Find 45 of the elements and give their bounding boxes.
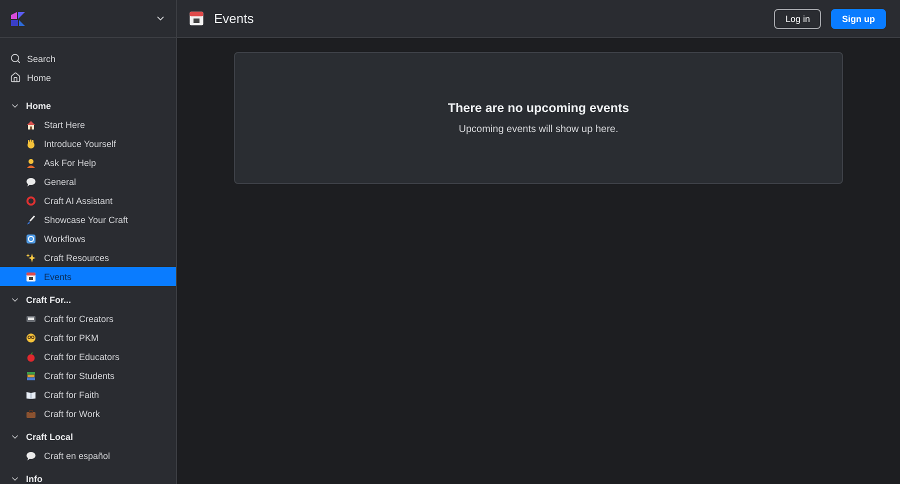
sign-up-button[interactable]: Sign up — [831, 8, 886, 28]
page-title: Events — [214, 11, 255, 26]
calendar-icon — [189, 11, 204, 26]
channel-item[interactable]: Craft Resources — [0, 248, 176, 267]
books-icon — [26, 370, 36, 380]
paintbrush-icon — [26, 214, 36, 224]
channel-item[interactable]: Start Here — [0, 115, 176, 134]
open-book-icon — [26, 390, 36, 400]
sidebar-link[interactable]: Home — [0, 68, 176, 87]
search-icon — [10, 53, 21, 64]
channel-item[interactable]: Craft en español — [0, 446, 176, 465]
nerd-face-icon — [26, 332, 36, 342]
ring-icon — [26, 196, 36, 206]
speech-bubble-icon — [26, 450, 36, 460]
channel-item[interactable]: Introduce Yourself — [0, 134, 176, 153]
apple-icon — [26, 352, 36, 362]
sparkles-icon — [26, 252, 36, 262]
section-title[interactable]: Home — [26, 100, 52, 110]
speech-bubble-icon — [26, 176, 36, 186]
channel-item[interactable]: Craft for PKM — [0, 328, 176, 347]
channel-item[interactable]: Craft for Work — [0, 404, 176, 423]
sidebar-link[interactable]: Search — [0, 49, 176, 68]
waving-hand-icon — [26, 138, 36, 148]
channel-item[interactable]: Craft for Faith — [0, 385, 176, 404]
logo-icon[interactable] — [10, 10, 26, 26]
channel-item[interactable]: Craft for Creators — [0, 309, 176, 328]
channel-item[interactable]: General — [0, 172, 176, 191]
home-icon — [10, 72, 21, 83]
channel-item[interactable]: Showcase Your Craft — [0, 210, 176, 229]
house-icon — [26, 120, 36, 130]
section-title[interactable]: Craft Local — [26, 432, 74, 442]
section-title[interactable]: Craft For... — [26, 294, 72, 304]
channel-item[interactable]: Workflows — [0, 229, 176, 248]
section-title[interactable]: Info — [26, 474, 42, 484]
cassette-icon — [26, 314, 36, 324]
channel-item[interactable]: Craft for Students — [0, 366, 176, 385]
channel-item[interactable]: Craft for Educators — [0, 347, 176, 366]
briefcase-icon — [26, 408, 36, 418]
log-in-button[interactable]: Log in — [774, 8, 821, 28]
empty-state-title: There are no upcoming events — [448, 101, 630, 115]
calendar-icon — [26, 272, 36, 282]
channel-item[interactable]: Ask For Help — [0, 153, 176, 172]
person-icon — [26, 158, 36, 168]
empty-state-message: Upcoming events will show up here. — [458, 124, 618, 135]
channel-item[interactable]: Craft AI Assistant — [0, 191, 176, 210]
